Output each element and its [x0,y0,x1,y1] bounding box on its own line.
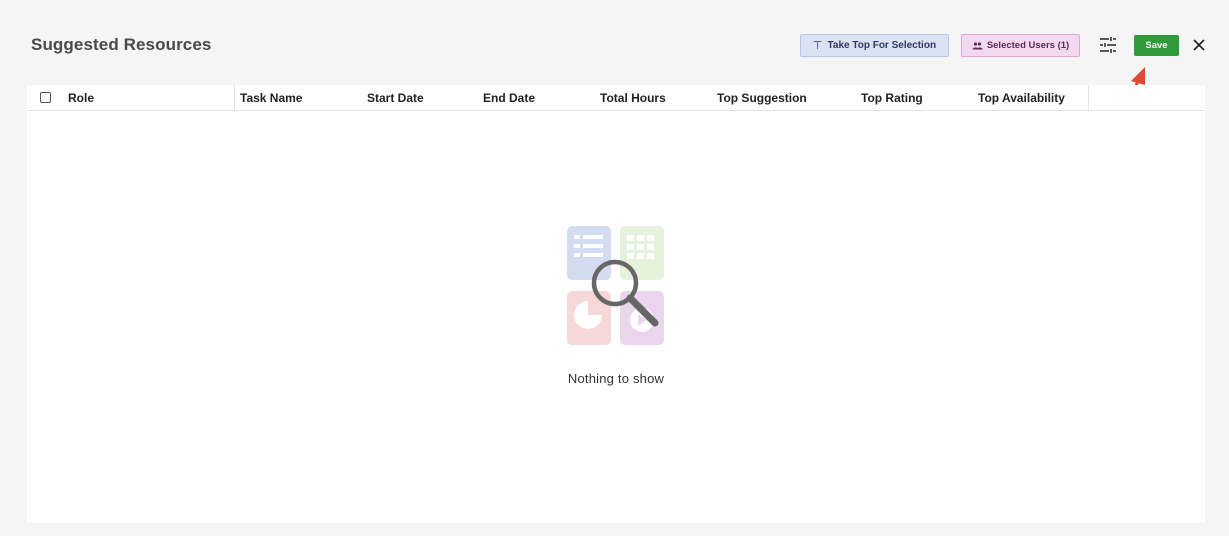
column-divider[interactable] [234,85,235,111]
selected-users-button[interactable]: Selected Users (1) [961,34,1080,57]
column-header-task-name[interactable]: Task Name [240,85,302,111]
people-icon [972,41,983,49]
column-header-end-date[interactable]: End Date [483,85,535,111]
table-header: Role Task Name Start Date End Date Total… [27,85,1205,111]
column-divider[interactable] [1088,85,1089,111]
save-button[interactable]: Save [1134,35,1179,56]
take-top-for-selection-button[interactable]: ⊤ Take Top For Selection [800,34,949,57]
results-panel: Role Task Name Start Date End Date Total… [27,85,1205,523]
column-header-top-availability[interactable]: Top Availability [978,85,1065,111]
column-header-top-rating[interactable]: Top Rating [861,85,923,111]
take-top-label: Take Top For Selection [827,40,937,51]
page-title: Suggested Resources [31,35,212,54]
select-all-checkbox[interactable] [40,92,51,103]
align-top-icon: ⊤ [812,40,823,52]
column-header-total-hours[interactable]: Total Hours [600,85,666,111]
empty-search-icon [567,226,664,345]
column-header-role[interactable]: Role [68,85,94,111]
empty-state-message: Nothing to show [567,371,665,386]
column-header-start-date[interactable]: Start Date [367,85,424,111]
column-header-top-suggestion[interactable]: Top Suggestion [717,85,807,111]
tune-icon[interactable] [1099,36,1117,54]
selected-users-label: Selected Users (1) [986,40,1070,51]
close-icon[interactable] [1192,38,1206,52]
